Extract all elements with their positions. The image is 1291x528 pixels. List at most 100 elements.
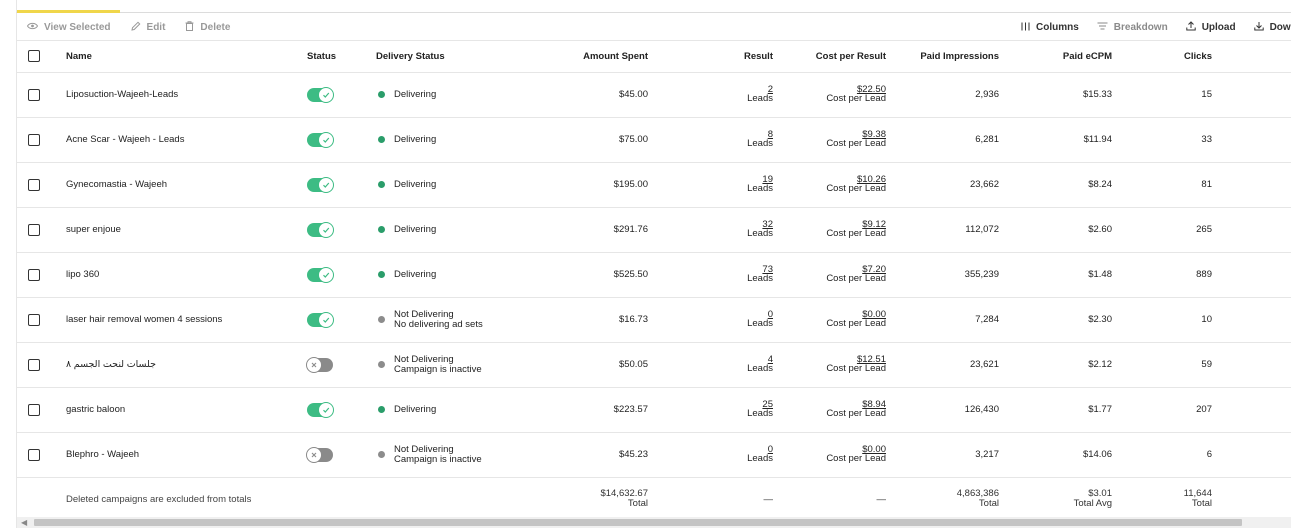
total-amount: $14,632.67 Total bbox=[600, 489, 648, 509]
table-toolbar: View Selected Edit Delete Columns Breakd… bbox=[17, 13, 1291, 41]
clicks: 889 bbox=[1112, 252, 1212, 298]
column-header-amount-spent[interactable]: Amount Spent bbox=[530, 41, 660, 73]
status-toggle[interactable] bbox=[307, 311, 334, 328]
delivery-status-reason: No delivering ad sets bbox=[394, 318, 483, 330]
column-header-paid-impressions[interactable]: Paid Impressions bbox=[886, 41, 999, 73]
status-toggle[interactable] bbox=[307, 176, 334, 193]
table-row[interactable]: Gynecomastia - Wajeeh Delivering $195.00 19… bbox=[17, 162, 1291, 208]
delete-button[interactable]: Delete bbox=[185, 21, 230, 34]
cost-per-result[interactable]: $0.00 Cost per Lead bbox=[826, 310, 886, 329]
table-row[interactable]: جلسات لنحت الجسم ٨ Not Delivering Campaign… bbox=[17, 342, 1291, 388]
upload-label: Upload bbox=[1201, 22, 1236, 33]
result[interactable]: 0 Leads bbox=[747, 445, 773, 464]
row-checkbox[interactable] bbox=[28, 178, 40, 191]
row-checkbox[interactable] bbox=[28, 133, 40, 146]
edit-button[interactable]: Edit bbox=[130, 21, 166, 34]
column-header-result[interactable]: Result bbox=[660, 41, 773, 73]
breakdown-button[interactable]: Breakdown bbox=[1097, 22, 1168, 33]
status-toggle[interactable] bbox=[306, 446, 333, 463]
cost-per-result[interactable]: $22.50 Cost per Lead bbox=[826, 85, 886, 104]
check-icon bbox=[318, 221, 334, 238]
status-dot-icon bbox=[378, 91, 385, 98]
cost-per-result-unit: Cost per Lead bbox=[826, 408, 886, 419]
table-row[interactable]: Acne Scar - Wajeeh - Leads Delivering $75.… bbox=[17, 117, 1291, 163]
column-header-paid-ecpm[interactable]: Paid eCPM bbox=[999, 41, 1112, 73]
column-header-clicks[interactable]: Clicks bbox=[1112, 41, 1212, 73]
delivery-status: Delivering bbox=[378, 179, 530, 190]
campaign-name[interactable]: Blephro - Wajeeh bbox=[66, 449, 139, 460]
campaign-name[interactable]: Gynecomastia - Wajeeh bbox=[66, 179, 167, 190]
breakdown-label: Breakdown bbox=[1113, 22, 1168, 33]
table-row[interactable]: Blephro - Wajeeh Not Delivering Campaign i… bbox=[17, 432, 1291, 478]
total-result: — bbox=[763, 493, 774, 505]
cost-per-result-unit: Cost per Lead bbox=[826, 183, 886, 194]
paid-ecpm: $1.48 bbox=[999, 252, 1112, 298]
select-all-checkbox[interactable] bbox=[28, 50, 40, 63]
column-header-status[interactable]: Status bbox=[306, 41, 375, 73]
columns-button[interactable]: Columns bbox=[1021, 22, 1079, 34]
cost-per-result[interactable]: $7.20 Cost per Lead bbox=[826, 265, 886, 284]
result[interactable]: 25 Leads bbox=[747, 400, 773, 419]
delivery-status: Not Delivering No delivering ad sets bbox=[378, 309, 530, 330]
delivery-status-label: Delivering bbox=[394, 134, 437, 145]
column-header-cost-per-result[interactable]: Cost per Result bbox=[773, 41, 886, 73]
scrollbar-thumb[interactable] bbox=[34, 519, 1242, 526]
amount-spent: $16.73 bbox=[530, 297, 660, 343]
column-header-name[interactable]: Name bbox=[55, 41, 306, 73]
view-selected-button[interactable]: View Selected bbox=[26, 22, 111, 33]
campaign-name[interactable]: lipo 360 bbox=[66, 269, 99, 280]
row-checkbox[interactable] bbox=[28, 268, 40, 281]
status-toggle[interactable] bbox=[307, 266, 334, 283]
row-checkbox[interactable] bbox=[28, 358, 40, 371]
amount-spent: $195.00 bbox=[530, 162, 660, 208]
result[interactable]: 4 Leads bbox=[747, 355, 773, 374]
campaign-name[interactable]: super enjoue bbox=[66, 224, 121, 235]
status-dot-icon bbox=[378, 136, 385, 143]
campaign-name[interactable]: جلسات لنحت الجسم ٨ bbox=[66, 359, 156, 370]
paid-impressions: 23,621 bbox=[886, 342, 999, 388]
result[interactable]: 73 Leads bbox=[747, 265, 773, 284]
cost-per-result[interactable]: $8.94 Cost per Lead bbox=[826, 400, 886, 419]
cost-per-result[interactable]: $10.26 Cost per Lead bbox=[826, 175, 886, 194]
status-toggle[interactable] bbox=[307, 401, 334, 418]
cost-per-result[interactable]: $12.51 Cost per Lead bbox=[826, 355, 886, 374]
campaign-name[interactable]: Acne Scar - Wajeeh - Leads bbox=[66, 134, 184, 145]
result[interactable]: 8 Leads bbox=[747, 130, 773, 149]
cost-per-result[interactable]: $0.00 Cost per Lead bbox=[826, 445, 886, 464]
status-toggle[interactable] bbox=[307, 221, 334, 238]
table-row[interactable]: gastric baloon Delivering $223.57 25 Leads $8… bbox=[17, 387, 1291, 433]
status-toggle[interactable] bbox=[307, 86, 334, 103]
paid-ecpm: $14.06 bbox=[999, 432, 1112, 478]
x-icon bbox=[306, 356, 322, 373]
header-row: Name Status Delivery Status Amount Spent… bbox=[17, 41, 1291, 73]
edit-label: Edit bbox=[146, 22, 166, 33]
table-row[interactable]: laser hair removal women 4 sessions Not D… bbox=[17, 297, 1291, 343]
row-checkbox[interactable] bbox=[28, 403, 40, 416]
result[interactable]: 19 Leads bbox=[747, 175, 773, 194]
campaign-name[interactable]: laser hair removal women 4 sessions bbox=[66, 314, 222, 325]
download-button[interactable]: Downl bbox=[1253, 21, 1291, 34]
status-toggle[interactable] bbox=[307, 131, 334, 148]
horizontal-scrollbar[interactable]: ◀ bbox=[17, 517, 1291, 528]
campaign-name[interactable]: gastric baloon bbox=[66, 404, 125, 415]
result[interactable]: 32 Leads bbox=[747, 220, 773, 239]
column-header-delivery-status[interactable]: Delivery Status bbox=[375, 41, 530, 73]
row-checkbox[interactable] bbox=[28, 88, 40, 101]
result[interactable]: 0 Leads bbox=[747, 310, 773, 329]
cost-per-result[interactable]: $9.12 Cost per Lead bbox=[826, 220, 886, 239]
upload-button[interactable]: Upload bbox=[1185, 21, 1236, 34]
row-checkbox[interactable] bbox=[28, 448, 40, 461]
cost-per-result[interactable]: $9.38 Cost per Lead bbox=[826, 130, 886, 149]
scroll-left-icon[interactable]: ◀ bbox=[21, 518, 27, 527]
campaign-name[interactable]: Liposuction-Wajeeh-Leads bbox=[66, 89, 178, 100]
table-row[interactable]: lipo 360 Delivering $525.50 73 Leads $7.20 Cos… bbox=[17, 252, 1291, 298]
row-checkbox[interactable] bbox=[28, 223, 40, 236]
row-checkbox[interactable] bbox=[28, 313, 40, 326]
table-row[interactable]: super enjoue Delivering $291.76 32 Leads $9.1… bbox=[17, 207, 1291, 253]
result[interactable]: 2 Leads bbox=[747, 85, 773, 104]
status-toggle[interactable] bbox=[306, 356, 333, 373]
upload-icon bbox=[1185, 21, 1196, 34]
table-row[interactable]: Liposuction-Wajeeh-Leads Delivering $45.00… bbox=[17, 72, 1291, 118]
total-clicks: 11,644 Total bbox=[1184, 489, 1212, 509]
delivery-status-label: Delivering bbox=[394, 179, 437, 190]
